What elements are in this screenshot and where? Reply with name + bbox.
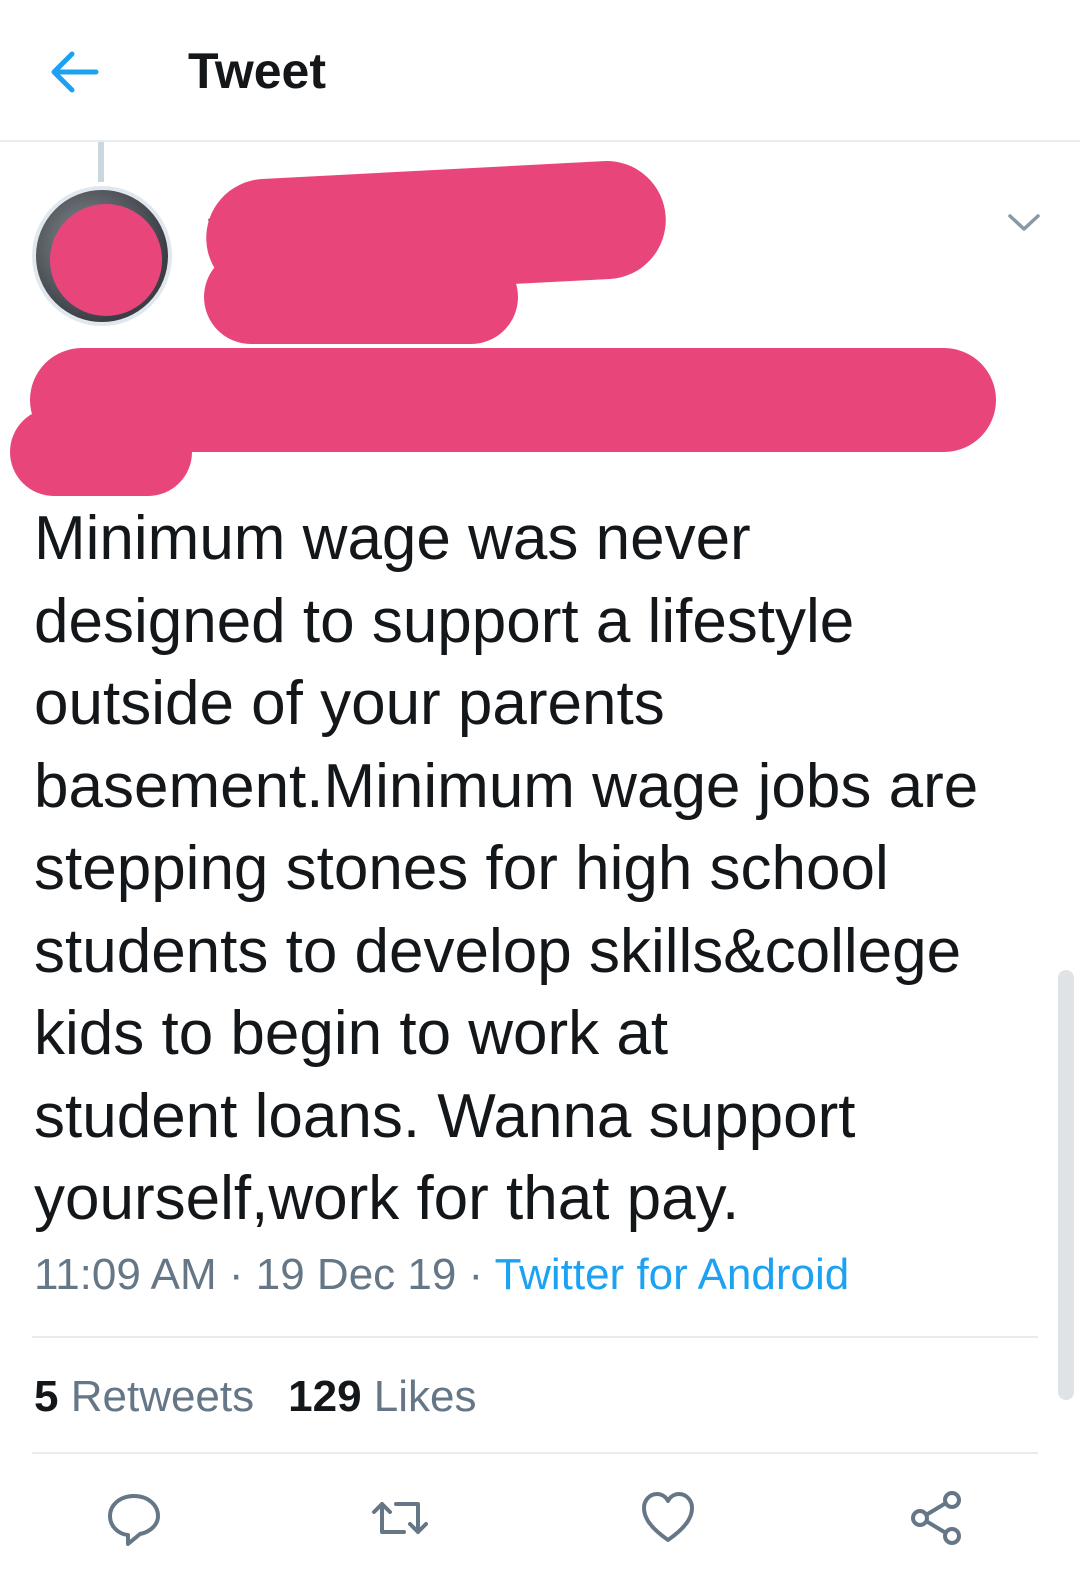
page-title: Tweet	[188, 43, 326, 99]
likes-label: Likes	[373, 1372, 477, 1421]
tweet-text: Minimum wage was never designed to suppo…	[34, 498, 1044, 1241]
divider	[32, 1336, 1038, 1338]
chevron-down-icon[interactable]	[1006, 210, 1042, 234]
meta-separator: ·	[456, 1250, 495, 1299]
tweet-text-line: Minimum wage was never	[34, 504, 751, 573]
tweet-stats: 5 Retweets 129 Likes	[34, 1372, 477, 1422]
tweet-date: 19 Dec 19	[255, 1250, 457, 1299]
tweet-text-line: outside of your parents	[34, 669, 665, 738]
scrollbar[interactable]	[1058, 970, 1074, 1400]
tweet-text-line: students to develop skills&college	[34, 916, 962, 986]
thread-connector	[98, 142, 104, 182]
tweet-text-line: stepping stones for high school	[34, 834, 889, 903]
tweet-text-line: yourself,work for that pay.	[34, 1164, 740, 1233]
meta-separator: ·	[216, 1250, 256, 1299]
like-icon[interactable]	[638, 1488, 698, 1548]
tweet-time: 11:09 AM	[34, 1250, 217, 1299]
top-bar: Tweet	[0, 0, 1080, 142]
avatar[interactable]	[32, 186, 172, 326]
retweets-stat[interactable]: 5 Retweets	[34, 1372, 254, 1421]
tweet-text-line: student loans. Wanna support	[34, 1081, 856, 1151]
reply-icon[interactable]	[104, 1488, 164, 1548]
redaction-mark	[204, 250, 518, 344]
tweet-text-line: kids to begin to work at	[34, 999, 669, 1068]
likes-count: 129	[288, 1372, 362, 1421]
avatar-redaction	[50, 204, 162, 316]
retweet-icon[interactable]	[370, 1488, 430, 1548]
tweet-metadata: 11:09 AM · 19 Dec 19 · Twitter for Andro…	[34, 1250, 849, 1300]
retweets-label: Retweets	[70, 1372, 255, 1421]
tweet-source-link[interactable]: Twitter for Android	[495, 1250, 850, 1299]
redaction-mark	[10, 408, 192, 496]
divider	[32, 1452, 1038, 1454]
arrow-left-icon[interactable]	[44, 44, 104, 100]
tweet-text-line: designed to support a lifestyle	[34, 586, 855, 656]
tweet-text-line: basement.Minimum wage jobs are	[34, 751, 979, 821]
likes-stat[interactable]: 129 Likes	[288, 1372, 476, 1421]
retweets-count: 5	[34, 1372, 59, 1421]
share-icon[interactable]	[906, 1488, 966, 1548]
